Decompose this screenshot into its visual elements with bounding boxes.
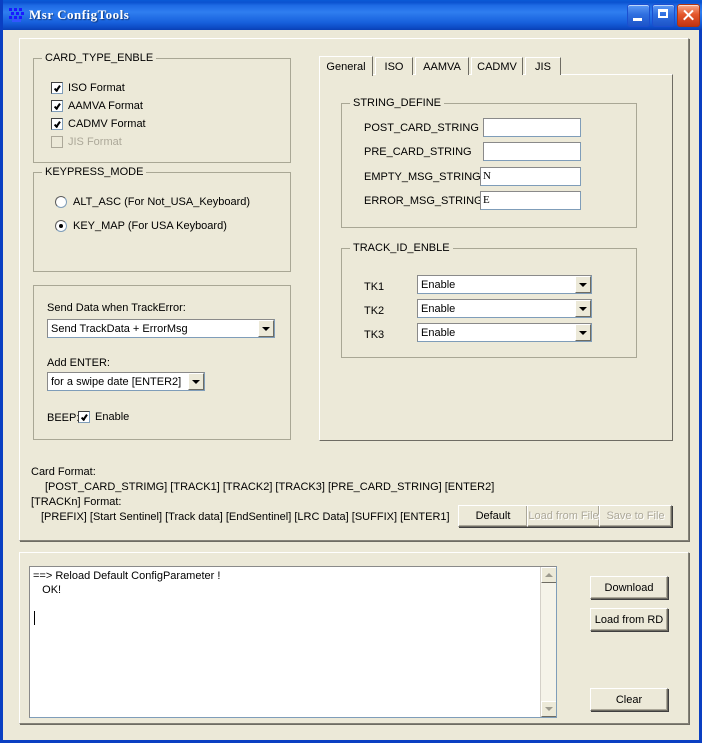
- error-msg-string-label: ERROR_MSG_STRING: [364, 195, 483, 207]
- tk1-value: Enable: [421, 279, 575, 291]
- radio-key-map[interactable]: KEY_MAP (For USA Keyboard): [55, 220, 227, 232]
- checkbox-box: [78, 411, 90, 423]
- empty-msg-string-input[interactable]: N: [480, 167, 581, 186]
- checkbox-box: [51, 100, 63, 112]
- checkbox-cadmv-format[interactable]: CADMV Format: [51, 118, 146, 130]
- checkbox-aamva-format[interactable]: AAMVA Format: [51, 100, 143, 112]
- tk1-label: TK1: [364, 281, 384, 293]
- app-window: Msr ConfigTools CARD_TYPE_ENBLE ISO Form…: [0, 0, 702, 743]
- log-text: ==> Reload Default ConfigParameter ! OK!: [33, 569, 536, 597]
- add-enter-select[interactable]: for a swipe date [ENTER2]: [47, 372, 205, 391]
- load-from-rd-button[interactable]: Load from RD: [590, 608, 668, 631]
- tab-iso[interactable]: ISO: [375, 57, 413, 75]
- tk2-label: TK2: [364, 305, 384, 317]
- clear-button-label: Clear: [616, 694, 642, 706]
- tk3-label: TK3: [364, 329, 384, 341]
- tab-aamva[interactable]: AAMVA: [415, 57, 469, 75]
- close-button[interactable]: [677, 4, 700, 27]
- error-msg-string-input[interactable]: E: [480, 191, 581, 210]
- post-card-string-label: POST_CARD_STRING: [364, 122, 479, 134]
- tab-cadmv[interactable]: CADMV: [471, 57, 523, 75]
- tk2-select[interactable]: Enable: [417, 299, 592, 318]
- checkbox-label: Enable: [95, 411, 129, 423]
- trackn-format-value: [PREFIX] [Start Sentinel] [Track data] […: [41, 510, 450, 525]
- load-from-rd-button-label: Load from RD: [595, 614, 663, 626]
- checkbox-label: CADMV Format: [68, 118, 146, 130]
- track-error-value: Send TrackData + ErrorMsg: [51, 323, 258, 335]
- scroll-up-icon[interactable]: [541, 567, 557, 583]
- log-output[interactable]: ==> Reload Default ConfigParameter ! OK!: [29, 566, 557, 718]
- card-format-value: [POST_CARD_STRIMG] [TRACK1] [TRACK2] [TR…: [45, 480, 494, 495]
- track-error-label: Send Data when TrackError:: [47, 302, 186, 314]
- download-button[interactable]: Download: [590, 576, 668, 599]
- save-to-file-button[interactable]: Save to File: [599, 505, 672, 527]
- track-error-select[interactable]: Send TrackData + ErrorMsg: [47, 319, 275, 338]
- card-format-title: Card Format:: [31, 465, 96, 480]
- scroll-down-icon[interactable]: [541, 701, 557, 717]
- window-title: Msr ConfigTools: [29, 7, 627, 23]
- keypress-mode-legend: KEYPRESS_MODE: [42, 166, 146, 178]
- beep-label: BEEP:: [47, 412, 79, 424]
- string-define-legend: STRING_DEFINE: [350, 97, 444, 109]
- radio-circle: [55, 220, 67, 232]
- save-to-file-button-label: Save to File: [606, 510, 664, 522]
- checkbox-label: ISO Format: [68, 82, 125, 94]
- title-bar: Msr ConfigTools: [3, 0, 702, 30]
- download-button-label: Download: [605, 582, 654, 594]
- radio-circle: [55, 196, 67, 208]
- checkbox-label: AAMVA Format: [68, 100, 143, 112]
- tk3-value: Enable: [421, 327, 575, 339]
- tab-jis[interactable]: JIS: [525, 57, 561, 75]
- checkbox-box: [51, 82, 63, 94]
- tab-label: JIS: [535, 61, 551, 73]
- card-type-legend: CARD_TYPE_ENBLE: [42, 52, 156, 64]
- checkbox-jis-format: JIS Format: [51, 136, 122, 148]
- tab-label: ISO: [385, 61, 404, 73]
- scrollbar-track[interactable]: [541, 583, 557, 701]
- tk1-select[interactable]: Enable: [417, 275, 592, 294]
- clear-button[interactable]: Clear: [590, 688, 668, 711]
- tab-label: General: [326, 61, 365, 73]
- checkbox-label: JIS Format: [68, 136, 122, 148]
- tab-label: AAMVA: [423, 61, 461, 73]
- log-scrollbar[interactable]: [540, 567, 556, 717]
- chevron-down-icon[interactable]: [575, 300, 591, 317]
- add-enter-value: for a swipe date [ENTER2]: [51, 376, 188, 388]
- app-icon: [9, 7, 25, 23]
- default-button-label: Default: [476, 510, 511, 522]
- radio-alt-asc[interactable]: ALT_ASC (For Not_USA_Keyboard): [55, 196, 250, 208]
- default-button[interactable]: Default: [458, 505, 528, 527]
- checkbox-beep-enable[interactable]: Enable: [78, 411, 129, 423]
- tab-label: CADMV: [477, 61, 517, 73]
- empty-msg-string-label: EMPTY_MSG_STRING: [364, 171, 481, 183]
- checkbox-box: [51, 136, 63, 148]
- tab-strip: General ISO AAMVA CADMV JIS: [319, 56, 673, 75]
- checkbox-iso-format[interactable]: ISO Format: [51, 82, 125, 94]
- load-from-file-button[interactable]: Load from File: [527, 505, 600, 527]
- tk2-value: Enable: [421, 303, 575, 315]
- tk3-select[interactable]: Enable: [417, 323, 592, 342]
- pre-card-string-label: PRE_CARD_STRING: [364, 146, 472, 158]
- pre-card-string-input[interactable]: [483, 142, 581, 161]
- checkbox-box: [51, 118, 63, 130]
- trackn-format-title: [TRACKn] Format:: [31, 495, 121, 510]
- maximize-button[interactable]: [652, 4, 675, 27]
- track-id-enble-legend: TRACK_ID_ENBLE: [350, 242, 453, 254]
- add-enter-label: Add ENTER:: [47, 357, 110, 369]
- tab-general[interactable]: General: [319, 56, 373, 76]
- chevron-down-icon[interactable]: [575, 324, 591, 341]
- radio-label: KEY_MAP (For USA Keyboard): [73, 220, 227, 232]
- minimize-button[interactable]: [627, 4, 650, 27]
- window-controls: [627, 4, 700, 27]
- post-card-string-input[interactable]: [483, 118, 581, 137]
- radio-label: ALT_ASC (For Not_USA_Keyboard): [73, 196, 250, 208]
- chevron-down-icon[interactable]: [188, 373, 204, 390]
- load-from-file-button-label: Load from File: [528, 510, 598, 522]
- text-caret: [34, 611, 35, 625]
- chevron-down-icon[interactable]: [258, 320, 274, 337]
- chevron-down-icon[interactable]: [575, 276, 591, 293]
